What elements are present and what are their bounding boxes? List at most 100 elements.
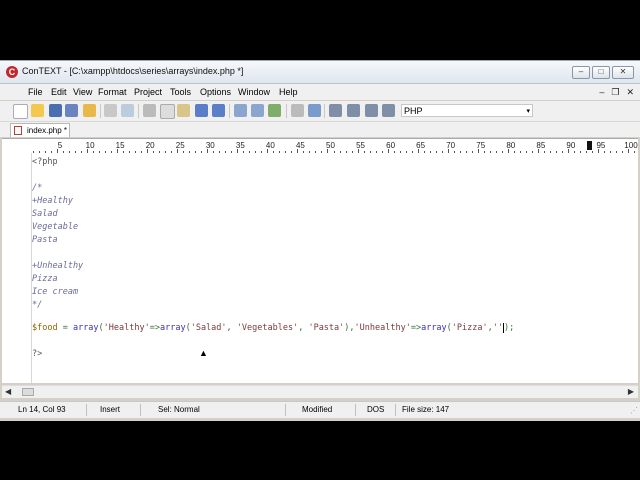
status-bar: Ln 14, Col 93 Insert Sel: Normal Modifie…	[0, 401, 640, 418]
ruler-label: 95	[596, 141, 606, 150]
token-keyword: array	[421, 323, 447, 333]
mdi-close-button[interactable]: ✕	[626, 87, 634, 98]
new-file-icon[interactable]	[13, 104, 28, 119]
application-window: C ConTEXT - [C:\xampp\htdocs\series\arra…	[0, 60, 640, 421]
ruler-label: 85	[536, 141, 546, 150]
token-op: =>	[410, 323, 422, 333]
code-line-14: $food = array('Healthy'=>array('Salad', …	[32, 322, 514, 335]
token-op: ),	[344, 323, 355, 333]
ruler-label: 45	[295, 141, 305, 150]
ruler-label: 5	[57, 141, 63, 150]
scroll-right-icon[interactable]: ▶	[628, 387, 634, 396]
undo-icon[interactable]	[195, 104, 208, 117]
toolbar: PHP ▾	[0, 101, 640, 122]
code-line-7: Pasta	[32, 235, 58, 245]
token-op: =>	[149, 323, 160, 333]
token-op: ,	[298, 323, 309, 333]
macro-1-icon[interactable]	[329, 104, 342, 117]
print-preview-icon[interactable]	[121, 104, 134, 117]
macro-2-icon[interactable]	[347, 104, 360, 117]
mouse-pointer-icon: ▲	[199, 348, 208, 358]
token-variable: $food	[32, 323, 58, 333]
close-button[interactable]: ✕	[612, 66, 634, 79]
menu-file[interactable]: File	[28, 87, 43, 97]
print-icon[interactable]	[104, 104, 117, 117]
mdi-restore-button[interactable]: ❐	[611, 87, 619, 98]
open-folder-icon[interactable]	[83, 104, 96, 117]
menu-window[interactable]: Window	[238, 87, 270, 97]
ruler-label: 10	[85, 141, 95, 150]
macro-3-icon[interactable]	[365, 104, 378, 117]
token-string: 'Pasta'	[308, 323, 345, 333]
code-line-10: Pizza	[32, 274, 58, 284]
redo-icon[interactable]	[212, 104, 225, 117]
title-bar[interactable]: C ConTEXT - [C:\xampp\htdocs\series\arra…	[0, 61, 640, 84]
save-all-icon[interactable]	[65, 104, 78, 117]
chevron-down-icon[interactable]: ▾	[526, 105, 530, 118]
menu-options[interactable]: Options	[200, 87, 231, 97]
find-next-icon[interactable]	[251, 104, 264, 117]
status-cursor-position: Ln 14, Col 93	[18, 405, 66, 414]
status-file-size: File size: 147	[402, 405, 450, 414]
menu-tools[interactable]: Tools	[170, 87, 191, 97]
menu-edit[interactable]: Edit	[51, 87, 67, 97]
ruler-label: 60	[386, 141, 396, 150]
paste-icon[interactable]	[177, 104, 190, 117]
ruler-label: 90	[566, 141, 576, 150]
code-line-3: /*	[32, 183, 43, 193]
code-line-16: ?>	[32, 349, 43, 359]
code-editor[interactable]: <?php /* +Healthy Salad Vegetable Pasta …	[2, 153, 638, 383]
tab-bar: index.php *	[0, 122, 640, 137]
ruler-label: 80	[506, 141, 516, 150]
copy-icon[interactable]	[160, 104, 175, 119]
status-insert-mode[interactable]: Insert	[100, 405, 120, 414]
menu-format[interactable]: Format	[98, 87, 127, 97]
mdi-minimize-button[interactable]: –	[599, 87, 604, 98]
ruler-label: 35	[235, 141, 245, 150]
ruler-label: 55	[356, 141, 365, 150]
scroll-left-icon[interactable]: ◀	[5, 387, 11, 396]
cut-icon[interactable]	[143, 104, 156, 117]
resize-grip-icon[interactable]: ⋰	[630, 406, 638, 415]
export-icon[interactable]	[291, 104, 304, 117]
tab-index-php[interactable]: index.php *	[10, 123, 70, 137]
status-selection-mode[interactable]: Sel: Normal	[158, 405, 200, 414]
ruler-label: 15	[115, 141, 125, 150]
context-app-icon[interactable]: C	[6, 66, 18, 78]
macro-4-icon[interactable]	[382, 104, 395, 117]
token-string: 'Salad'	[190, 323, 227, 333]
find-icon[interactable]	[234, 104, 247, 117]
maximize-button[interactable]: □	[592, 66, 610, 79]
save-icon[interactable]	[49, 104, 62, 117]
token-string: 'Healthy'	[103, 323, 150, 333]
menu-view[interactable]: View	[73, 87, 92, 97]
menu-help[interactable]: Help	[279, 87, 298, 97]
token-string: ''	[492, 323, 503, 333]
code-line-6: Vegetable	[32, 222, 79, 232]
code-line-11: Ice cream	[32, 287, 79, 297]
open-file-icon[interactable]	[31, 104, 44, 117]
ruler-label: 20	[145, 141, 155, 150]
menu-project[interactable]: Project	[134, 87, 162, 97]
settings-icon[interactable]	[308, 104, 321, 117]
token-op: =	[57, 323, 73, 333]
window-title: ConTEXT - [C:\xampp\htdocs\series\arrays…	[22, 66, 244, 76]
code-line-4: +Healthy	[32, 196, 73, 206]
token-string: 'Pizza'	[451, 323, 488, 333]
scrollbar-thumb[interactable]	[22, 388, 34, 396]
status-line-ending[interactable]: DOS	[367, 405, 384, 414]
ruler-label: 70	[446, 141, 456, 150]
highlighter-value: PHP	[404, 106, 423, 116]
token-op: );	[504, 323, 515, 333]
minimize-button[interactable]: –	[572, 66, 590, 79]
highlighter-select[interactable]: PHP ▾	[401, 104, 533, 117]
token-keyword: array	[72, 323, 99, 333]
token-op: ,	[226, 323, 237, 333]
horizontal-scrollbar[interactable]: ◀ ▶	[2, 385, 638, 398]
ruler-column-marker	[587, 141, 592, 150]
replace-icon[interactable]	[268, 104, 281, 117]
ruler-label: 30	[205, 141, 215, 150]
ruler: 5 10 15 20 25 30 35 40 45 50 55 60 65 70 75 80 85 90 95 100	[2, 138, 638, 154]
token-keyword: array	[159, 323, 186, 333]
php-file-icon	[14, 126, 22, 135]
